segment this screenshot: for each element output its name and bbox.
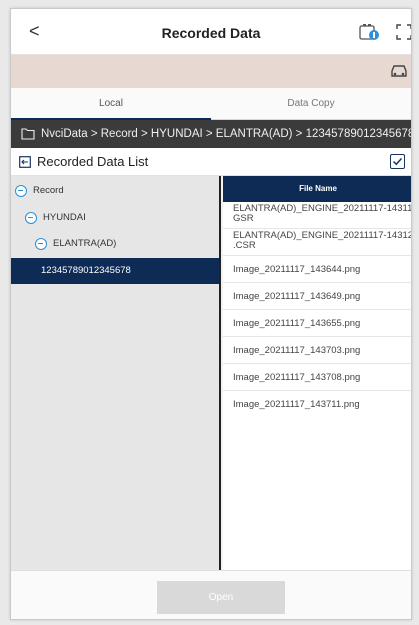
file-row[interactable]: Image_20211117_143711.png xyxy=(223,391,411,418)
breadcrumb: NvciData > Record > HYUNDAI > ELANTRA(AD… xyxy=(11,120,411,148)
collapse-circle-icon[interactable] xyxy=(15,185,27,197)
file-list: File Name ELANTRA(AD)_ENGINE_20211117-14… xyxy=(223,176,412,570)
tab-data-copy[interactable]: Data Copy xyxy=(211,88,411,120)
file-row[interactable]: ELANTRA(AD)_ENGINE_20211117-14312 .CSR xyxy=(223,229,412,256)
tree-item-vin[interactable]: 12345789012345678 xyxy=(11,258,219,284)
vehicle-status-bar xyxy=(11,55,411,88)
file-name-header: File Name xyxy=(223,176,411,202)
battery-icon[interactable] xyxy=(359,23,381,41)
check-icon xyxy=(392,157,403,166)
collapse-circle-icon[interactable] xyxy=(25,212,37,224)
footer: Open xyxy=(11,570,411,619)
tree-item-hyundai[interactable]: HYUNDAI xyxy=(11,205,219,231)
file-name: ELANTRA(AD)_ENGINE_20211117-14311 xyxy=(233,203,412,214)
file-row[interactable]: Image_20211117_143703.png xyxy=(223,337,411,364)
file-row[interactable]: Image_20211117_143708.png xyxy=(223,364,411,391)
folder-tree: Record HYUNDAI ELANTRA(AD) 1234578901234… xyxy=(11,176,221,570)
collapse-circle-icon[interactable] xyxy=(35,238,47,250)
list-header: Recorded Data List xyxy=(11,148,411,176)
tree-item-label: ELANTRA(AD) xyxy=(53,238,117,249)
tree-item-label: 12345789012345678 xyxy=(41,265,131,276)
recorded-data-screen: < Recorded Data Local Data Copy NvciData… xyxy=(10,8,412,620)
collapse-icon[interactable] xyxy=(19,156,31,168)
tree-item-elantra[interactable]: ELANTRA(AD) xyxy=(11,231,219,257)
file-row[interactable]: ELANTRA(AD)_ENGINE_20211117-14311 GSR xyxy=(223,202,412,229)
file-row[interactable]: Image_20211117_143649.png xyxy=(223,283,411,310)
title-bar: < Recorded Data xyxy=(11,9,411,55)
breadcrumb-path: NvciData > Record > HYUNDAI > ELANTRA(AD… xyxy=(41,128,411,140)
tab-local[interactable]: Local xyxy=(11,88,211,120)
file-row[interactable]: Image_20211117_143644.png xyxy=(223,256,411,283)
file-row[interactable]: Image_20211117_143655.png xyxy=(223,310,411,337)
page-title: Recorded Data xyxy=(161,25,261,41)
file-name: ELANTRA(AD)_ENGINE_20211117-14312 xyxy=(233,230,412,241)
tree-item-label: Record xyxy=(33,185,64,196)
file-name-ext: GSR xyxy=(233,213,254,224)
file-name-ext: .CSR xyxy=(233,240,256,251)
source-tabs: Local Data Copy xyxy=(11,88,411,120)
folder-icon xyxy=(21,128,35,140)
select-all-checkbox[interactable] xyxy=(390,154,405,169)
tree-item-label: HYUNDAI xyxy=(43,212,86,223)
list-title: Recorded Data List xyxy=(37,154,149,169)
tree-item-record[interactable]: Record xyxy=(11,178,219,204)
fullscreen-icon[interactable] xyxy=(395,23,412,41)
open-button[interactable]: Open xyxy=(157,581,285,614)
vehicle-icon xyxy=(391,65,407,77)
